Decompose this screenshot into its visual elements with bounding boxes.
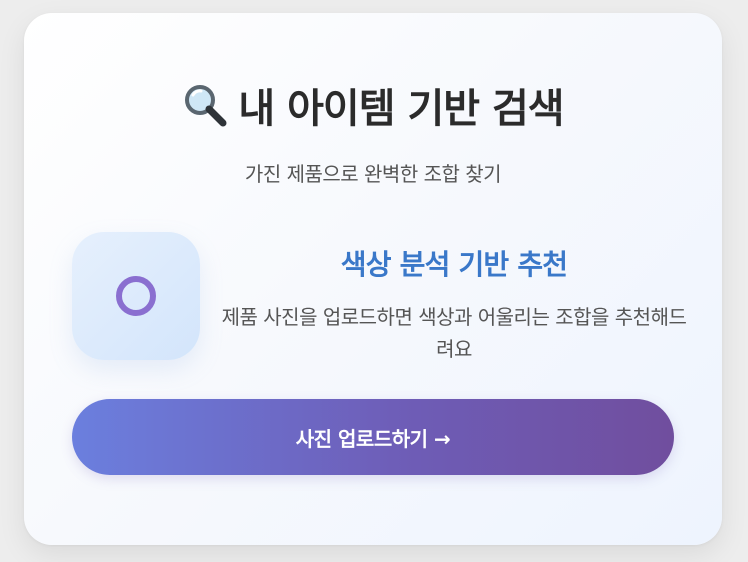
- page-subtitle: 가진 제품으로 완벽한 조합 찾기: [244, 162, 502, 186]
- magnifying-glass-icon: [182, 82, 228, 128]
- page-title: 내 아이템 기반 검색: [238, 86, 564, 132]
- search-card: 내 아이템 기반 검색 가진 제품으로 완벽한 조합 찾기 색상 분석 기반 추…: [24, 13, 722, 545]
- feature-icon-box: [72, 232, 200, 360]
- ring-icon: [116, 276, 156, 316]
- feature-description: 제품 사진을 업로드하면 색상과 어울리는 조합을 추천해드려요: [221, 305, 687, 361]
- page-title-row: 내 아이템 기반 검색: [24, 76, 722, 134]
- feature-title: 색상 분석 기반 추천: [340, 248, 568, 281]
- upload-photo-button[interactable]: 사진 업로드하기 →: [72, 399, 674, 475]
